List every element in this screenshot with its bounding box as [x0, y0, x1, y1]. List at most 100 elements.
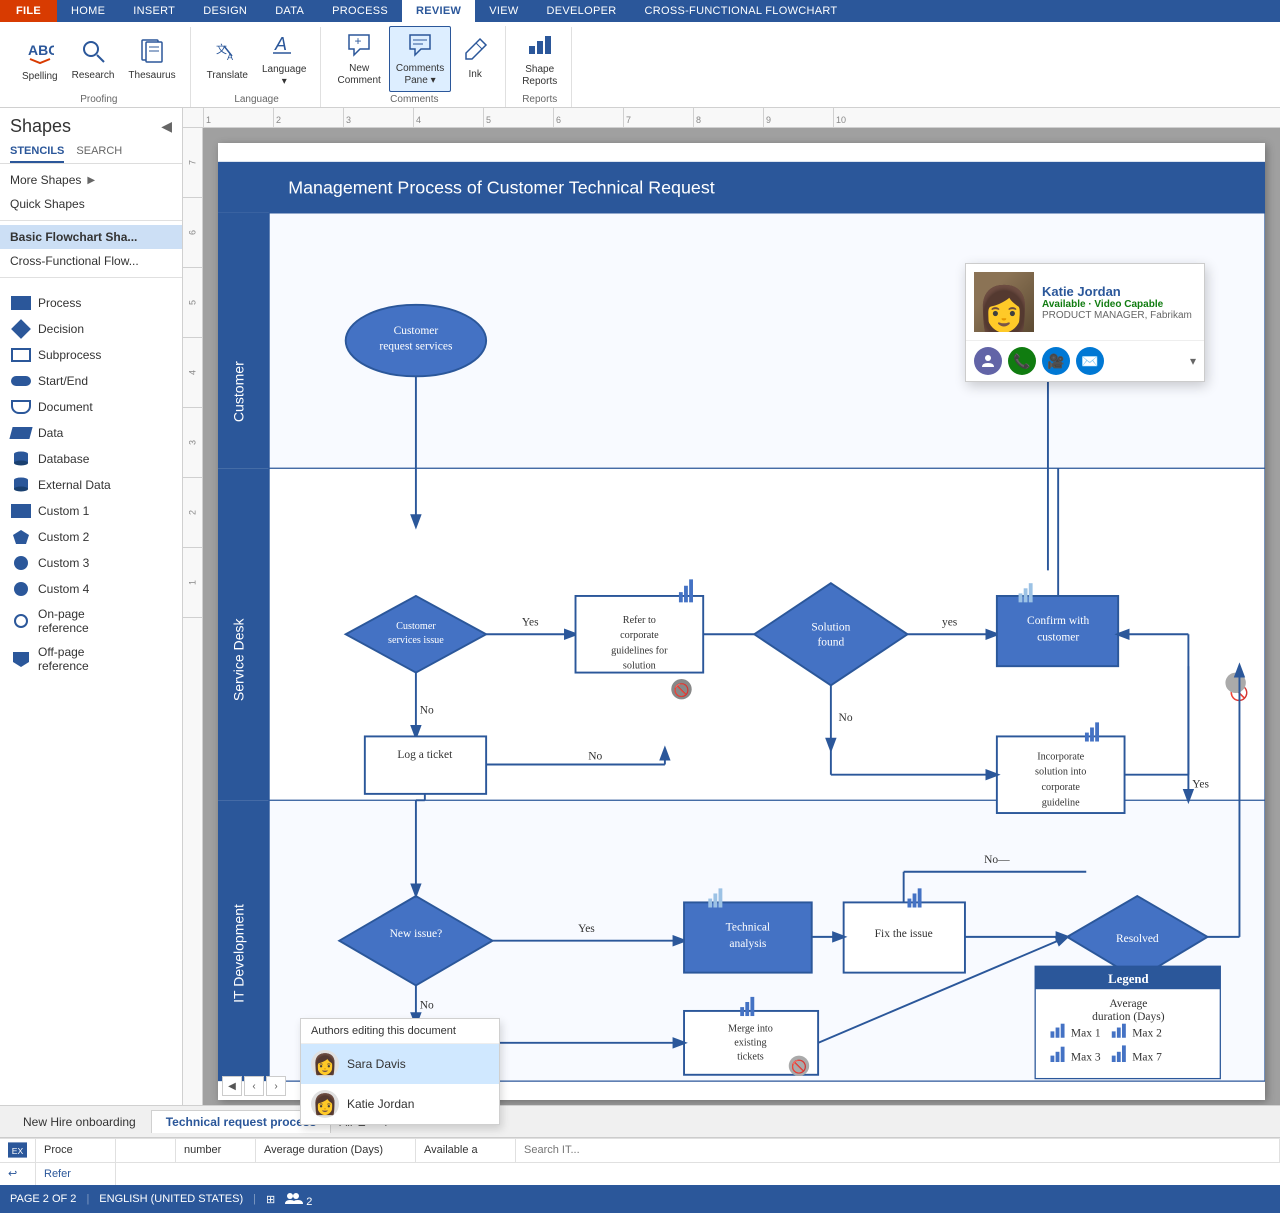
ruler-mark-4: 4	[413, 108, 483, 127]
shape-decision[interactable]: Decision	[0, 316, 182, 342]
bottom-bar: PAGE 2 OF 2 | ENGLISH (UNITED STATES) | …	[0, 1185, 1280, 1213]
shape-custom4[interactable]: Custom 4	[0, 576, 182, 602]
spelling-button[interactable]: ABC Spelling	[16, 33, 64, 87]
svg-text:Technical: Technical	[726, 921, 770, 933]
katie-jordan-name: Katie Jordan	[347, 1097, 414, 1111]
quick-shapes-item[interactable]: Quick Shapes	[0, 192, 182, 216]
shape-off-page-ref[interactable]: Off-pagereference	[0, 640, 182, 678]
scroll-next-button[interactable]: ›	[266, 1076, 286, 1096]
research-button[interactable]: Research	[66, 34, 121, 86]
contact-status: Available · Video Capable	[1042, 299, 1196, 310]
phone-button[interactable]: 📞	[1008, 347, 1036, 375]
basic-flowchart-item[interactable]: Basic Flowchart Sha...	[0, 225, 182, 249]
svg-text:EX: EX	[12, 1146, 24, 1156]
cross-functional-label: Cross-Functional Flow...	[10, 254, 139, 268]
translate-label: Translate	[207, 70, 248, 82]
shape-database[interactable]: Database	[0, 446, 182, 472]
canvas-scroll[interactable]: Management Process of Customer Technical…	[203, 128, 1280, 1105]
author-katie-jordan[interactable]: 👩 Katie Jordan	[301, 1084, 499, 1124]
tab-review[interactable]: REVIEW	[402, 0, 475, 22]
new-comment-label: NewComment	[337, 63, 380, 87]
cross-functional-item[interactable]: Cross-Functional Flow...	[0, 249, 182, 273]
svg-text:IT Development: IT Development	[231, 904, 247, 1003]
tab-developer[interactable]: DEVELOPER	[533, 0, 631, 22]
ink-button[interactable]: Ink	[453, 33, 497, 85]
tab-view[interactable]: VIEW	[475, 0, 532, 22]
shape-reports-button[interactable]: ShapeReports	[516, 28, 563, 92]
search-tab[interactable]: SEARCH	[76, 141, 122, 163]
ruler-mark-2: 2	[273, 108, 343, 127]
shape-custom4-label: Custom 4	[38, 582, 89, 596]
ruler-v-mark-5: 5	[183, 268, 202, 338]
svg-text:customer: customer	[1037, 632, 1079, 644]
shape-custom2[interactable]: Custom 2	[0, 524, 182, 550]
shape-start-end[interactable]: Start/End	[0, 368, 182, 394]
svg-text:Legend: Legend	[1108, 972, 1148, 986]
svg-text:corporate: corporate	[1041, 782, 1080, 793]
basic-flowchart-label: Basic Flowchart Sha...	[10, 230, 137, 244]
new-comment-button[interactable]: + NewComment	[331, 27, 386, 91]
tab-home[interactable]: HOME	[57, 0, 119, 22]
video-button[interactable]: 🎥	[1042, 347, 1070, 375]
language-label: Language▾	[262, 64, 307, 88]
svg-text:No: No	[839, 712, 853, 724]
svg-text:A: A	[274, 34, 287, 54]
shape-data[interactable]: Data	[0, 420, 182, 446]
spelling-label: Spelling	[22, 71, 58, 83]
svg-text:found: found	[817, 637, 844, 649]
canvas-page: Management Process of Customer Technical…	[218, 143, 1265, 1100]
language-button[interactable]: A Language▾	[256, 28, 313, 92]
svg-text:duration (Days): duration (Days)	[1092, 1011, 1165, 1023]
reports-group-label: Reports	[522, 92, 557, 105]
data-row2-icon: ↩	[0, 1163, 36, 1186]
spelling-icon: ABC	[26, 37, 54, 69]
sara-davis-name: Sara Davis	[347, 1057, 406, 1071]
katie-jordan-avatar: 👩	[311, 1090, 339, 1118]
stencils-tab[interactable]: STENCILS	[10, 141, 64, 163]
tab-design[interactable]: DESIGN	[189, 0, 261, 22]
translate-button[interactable]: 文 A Translate	[201, 34, 254, 86]
svg-text:Max 7: Max 7	[1132, 1052, 1162, 1064]
tab-insert[interactable]: INSERT	[119, 0, 189, 22]
page-indicator-icon: ⊞	[266, 1193, 275, 1206]
shape-subprocess[interactable]: Subprocess	[0, 342, 182, 368]
tab-cross-functional[interactable]: CROSS-FUNCTIONAL FLOWCHART	[630, 0, 851, 22]
ruler-v-mark-3: 3	[183, 408, 202, 478]
shape-custom1[interactable]: Custom 1	[0, 498, 182, 524]
comments-pane-button[interactable]: CommentsPane ▾	[389, 26, 451, 92]
teams-button[interactable]	[974, 347, 1002, 375]
shape-custom3[interactable]: Custom 3	[0, 550, 182, 576]
author-sara-davis[interactable]: 👩 Sara Davis	[301, 1044, 499, 1084]
tab-process[interactable]: PROCESS	[318, 0, 402, 22]
contact-expand-button[interactable]: ▾	[1190, 354, 1196, 368]
ruler-mark-7: 7	[623, 108, 693, 127]
shape-on-page-ref[interactable]: On-pagereference	[0, 602, 182, 640]
email-button[interactable]: ✉️	[1076, 347, 1104, 375]
shape-custom2-label: Custom 2	[38, 530, 89, 544]
comments-group-label: Comments	[390, 92, 438, 105]
svg-text:analysis: analysis	[729, 938, 767, 950]
svg-text:Service Desk: Service Desk	[231, 617, 247, 701]
more-shapes-arrow: ▶	[87, 175, 95, 186]
shape-off-page-ref-label: Off-pagereference	[38, 645, 89, 673]
ruler-v-mark-4: 4	[183, 338, 202, 408]
search-input[interactable]	[524, 1144, 1271, 1156]
more-shapes-item[interactable]: More Shapes ▶	[0, 168, 182, 192]
shape-document[interactable]: Document	[0, 394, 182, 420]
ruler-mark-5: 5	[483, 108, 553, 127]
tab-data[interactable]: DATA	[261, 0, 318, 22]
data-search[interactable]	[516, 1139, 1280, 1162]
svg-text:solution: solution	[623, 661, 656, 672]
shape-process[interactable]: Process	[0, 290, 182, 316]
shape-external-data[interactable]: External Data	[0, 472, 182, 498]
tab-new-hire[interactable]: New Hire onboarding	[8, 1110, 151, 1133]
scroll-left-button[interactable]: ◀	[222, 1076, 242, 1096]
svg-text:Fix the issue: Fix the issue	[875, 928, 933, 940]
thesaurus-button[interactable]: Thesaurus	[122, 34, 181, 86]
scroll-controls: ◀ ‹ ›	[222, 1076, 286, 1096]
sidebar-collapse-button[interactable]: ◀	[161, 118, 172, 135]
svg-text:Max 2: Max 2	[1132, 1027, 1162, 1039]
thesaurus-label: Thesaurus	[128, 70, 175, 82]
tab-file[interactable]: FILE	[0, 0, 57, 22]
scroll-prev-button[interactable]: ‹	[244, 1076, 264, 1096]
